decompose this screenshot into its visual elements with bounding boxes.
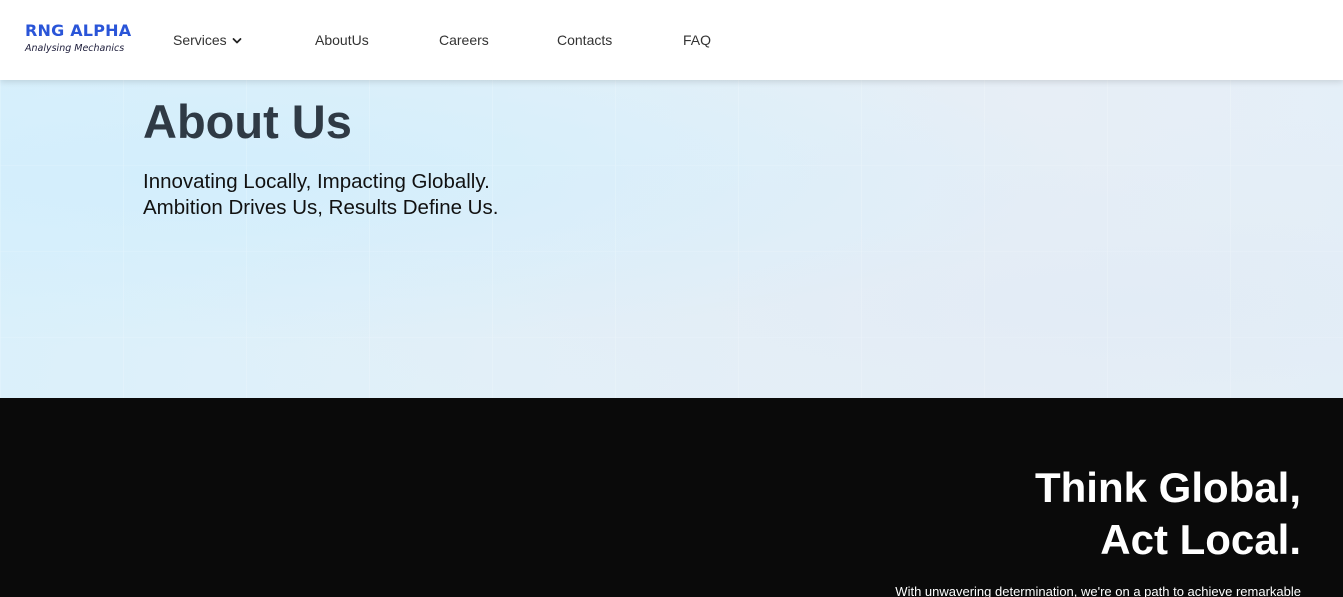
nav-item-careers[interactable]: Careers (439, 31, 489, 49)
nav-item-label: Services (173, 32, 227, 48)
nav-item-label: Contacts (557, 32, 613, 48)
site-header: RNG ALPHA Analysing Mechanics Services A… (0, 0, 1343, 80)
nav-item-contacts[interactable]: Contacts (557, 31, 612, 49)
nav-item-label: FAQ (683, 32, 712, 48)
logo-tagline: Analysing Mechanics (25, 43, 125, 54)
mission-heading-line-1: Think Global, (1034, 464, 1301, 511)
nav-item-aboutus[interactable]: AboutUs (315, 31, 369, 49)
mission-section: Think Global, Act Local. With unwavering… (0, 398, 1343, 597)
mission-body: With unwavering determination, we're on … (895, 584, 1301, 597)
mission-heading-line-2: Act Local. (1100, 516, 1301, 563)
nav-item-label: AboutUs (315, 32, 369, 48)
chevron-down-icon (232, 38, 242, 44)
hero-tagline-1: Innovating Locally, Impacting Globally. (143, 170, 490, 193)
page-title: About Us (143, 95, 352, 148)
logo-name: RNG ALPHA (25, 21, 132, 40)
nav-item-faq[interactable]: FAQ (683, 31, 711, 49)
nav-item-label: Careers (439, 32, 489, 48)
mission-heading: Think Global, Act Local. (1035, 462, 1301, 566)
hero-tagline-2: Ambition Drives Us, Results Define Us. (143, 196, 499, 219)
logo[interactable]: RNG ALPHA Analysing Mechanics (25, 21, 131, 55)
nav-item-services[interactable]: Services (173, 31, 242, 49)
about-hero: About Us Innovating Locally, Impacting G… (0, 80, 1343, 398)
